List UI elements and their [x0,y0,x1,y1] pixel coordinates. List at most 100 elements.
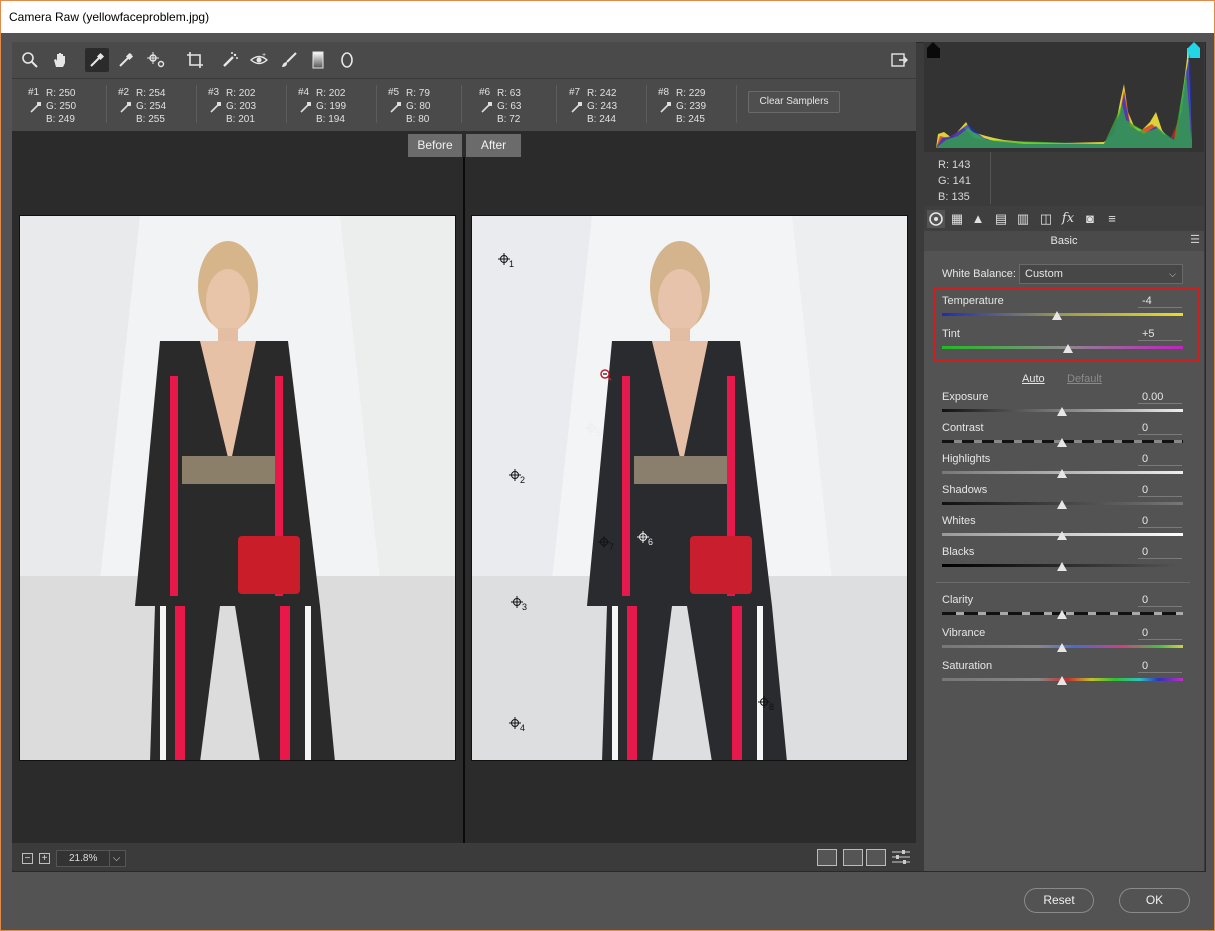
clear-samplers-button[interactable]: Clear Samplers [748,91,840,113]
saturation-thumb[interactable] [1057,676,1067,685]
zoom-out-button[interactable]: − [22,853,33,864]
adjustment-brush-icon[interactable] [277,48,301,72]
temperature-thumb[interactable] [1052,311,1062,320]
before-photo[interactable] [19,215,456,761]
divider [990,152,991,204]
sampler-r: R: 202 [316,88,346,99]
copy-settings-icon[interactable] [866,849,886,866]
camera-calibration-tab-icon[interactable]: ◙ [1081,210,1099,228]
tint-thumb[interactable] [1063,344,1073,353]
hand-icon[interactable] [48,48,72,72]
exposure-thumb[interactable] [1057,407,1067,416]
blacks-thumb[interactable] [1057,562,1067,571]
readout-r: R: 143 [938,159,971,171]
exposure-value[interactable]: 0.00 [1138,390,1182,404]
sampler-8: #8 R: 229 G: 239 B: 245 [658,85,738,125]
temperature-value[interactable]: -4 [1138,294,1182,308]
sampler-b: B: 244 [587,114,616,125]
lens-corrections-tab-icon[interactable]: ◫ [1037,210,1055,228]
crop-icon[interactable] [183,48,207,72]
panel-tabs: ▦ ▲ ▤ ▥ ◫ fx ◙ ≡ [924,206,1204,231]
after-photo[interactable] [471,215,908,761]
highlights-thumb[interactable] [1057,469,1067,478]
temperature-slider[interactable] [942,313,1183,316]
color-sampler-icon[interactable]: + [114,48,138,72]
marker-number: 8 [769,702,775,712]
highlights-value[interactable]: 0 [1138,452,1182,466]
tint-value[interactable]: +5 [1138,327,1182,341]
saturation-label: Saturation [942,660,993,672]
radial-filter-icon[interactable] [335,48,359,72]
clarity-thumb[interactable] [1057,610,1067,619]
sampler-marker-2[interactable]: 2 [509,469,527,487]
swap-before-after-icon[interactable] [843,849,863,866]
basic-tab-icon[interactable] [927,210,945,228]
eyedropper-icon [30,102,41,113]
red-eye-icon[interactable]: + [247,48,271,72]
sampler-marker-5[interactable]: 5 [585,422,603,440]
graduated-filter-icon[interactable] [306,48,330,72]
blacks-value[interactable]: 0 [1138,545,1182,559]
ok-button[interactable]: OK [1119,888,1190,913]
window-title: Camera Raw (yellowfaceproblem.jpg) [1,1,1214,33]
marker-number: 4 [520,723,526,733]
hsl-tab-icon[interactable]: ▤ [992,210,1010,228]
zoom-level-select[interactable]: 21.8% ⌵ [56,850,126,867]
divider [936,582,1190,583]
toggle-settings-icon[interactable] [891,849,911,866]
sampler-marker-8[interactable]: 8 [758,696,776,714]
sampler-marker-6[interactable]: 6 [637,531,655,549]
vibrance-thumb[interactable] [1057,643,1067,652]
after-label: After [466,134,521,157]
split-toning-tab-icon[interactable]: ▥ [1014,210,1032,228]
sampler-marker-3[interactable]: 3 [511,596,529,614]
eyedropper-icon [300,102,311,113]
sampler-number: #2 [118,87,130,98]
panel-menu-icon[interactable]: ☰ [1189,234,1201,246]
divider [376,85,377,123]
reset-button[interactable]: Reset [1024,888,1094,913]
contrast-value[interactable]: 0 [1138,421,1182,435]
spot-removal-icon[interactable] [218,48,242,72]
whites-label: Whites [942,515,976,527]
readout-b: B: 135 [938,191,970,203]
contrast-label: Contrast [942,422,984,434]
divider [736,85,737,123]
vibrance-value[interactable]: 0 [1138,626,1182,640]
whites-value[interactable]: 0 [1138,514,1182,528]
tone-curve-tab-icon[interactable]: ▦ [948,210,966,228]
zoom-icon[interactable] [18,48,42,72]
sampler-marker-4[interactable]: 4 [509,717,527,735]
sampler-g: G: 63 [497,101,522,112]
default-link[interactable]: Default [1067,373,1102,385]
white-balance-select[interactable]: Custom ⌵ [1019,264,1183,284]
effects-tab-icon[interactable]: fx [1059,210,1077,228]
auto-link[interactable]: Auto [1022,373,1045,385]
sampler-3: #3 R: 202 G: 203 B: 201 [208,85,288,125]
detail-tab-icon[interactable]: ▲ [969,210,987,228]
sampler-r: R: 202 [226,88,256,99]
preferences-icon[interactable] [887,48,911,72]
sampler-marker-1[interactable]: 1 [498,253,516,271]
sampler-b: B: 80 [406,114,430,125]
marker-number: 5 [596,428,602,438]
sampler-marker-7[interactable]: 7 [598,536,616,554]
saturation-value[interactable]: 0 [1138,659,1182,673]
presets-tab-icon[interactable]: ≡ [1103,210,1121,228]
target-adjust-icon[interactable] [144,48,168,72]
white-balance-icon[interactable] [85,48,109,72]
eyedropper-icon [210,102,221,113]
sampler-g: G: 254 [136,101,167,112]
zoom-in-button[interactable]: + [39,853,50,864]
tint-label: Tint [942,328,960,340]
whites-thumb[interactable] [1057,531,1067,540]
before-after-views-icon[interactable] [817,849,837,866]
eyedropper-icon [120,102,131,113]
histogram[interactable] [924,42,1204,152]
shadows-value[interactable]: 0 [1138,483,1182,497]
contrast-thumb[interactable] [1057,438,1067,447]
shadows-thumb[interactable] [1057,500,1067,509]
clarity-label: Clarity [942,594,974,606]
eyedropper-icon [660,102,671,113]
clarity-value[interactable]: 0 [1138,593,1182,607]
